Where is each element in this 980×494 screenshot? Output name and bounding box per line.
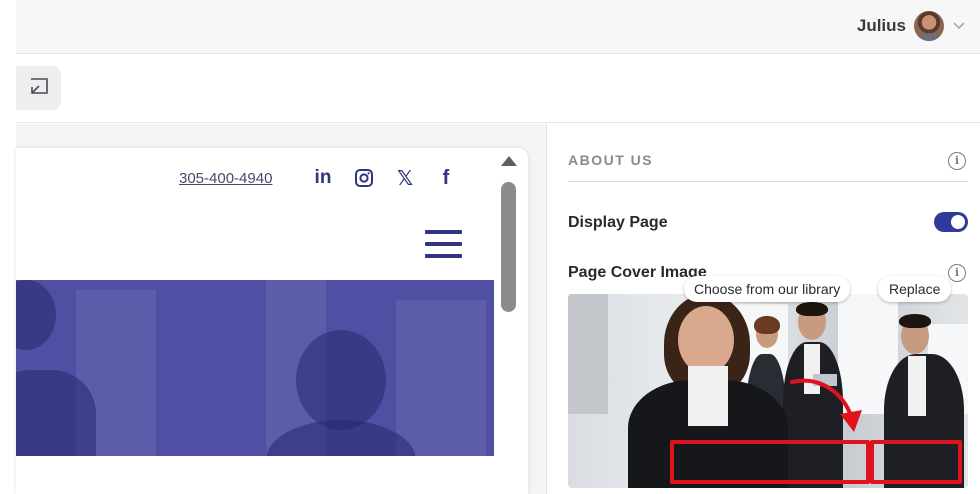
- preview-scrollbar[interactable]: [497, 154, 519, 494]
- info-icon[interactable]: i: [948, 152, 966, 170]
- highlight-library: [670, 440, 870, 484]
- user-menu[interactable]: Julius: [857, 11, 966, 41]
- site-preview-frame: 305-400-4940 in 𝕏 f: [16, 148, 528, 494]
- user-name: Julius: [856, 16, 906, 35]
- chevron-down-icon[interactable]: [952, 19, 966, 33]
- section-title: ABOUT US: [568, 152, 654, 168]
- instagram-icon[interactable]: [352, 166, 376, 190]
- facebook-label: f: [442, 166, 450, 189]
- x-icon[interactable]: 𝕏: [393, 166, 417, 190]
- editor-toolbar: [16, 55, 980, 123]
- cover-image-label: Page Cover Image: [568, 264, 707, 281]
- social-links: in 𝕏 f: [311, 166, 458, 190]
- hero-image: [16, 280, 494, 456]
- site-preview-area: 305-400-4940 in 𝕏 f: [16, 124, 547, 494]
- scroll-thumb[interactable]: [501, 182, 516, 312]
- settings-panel: ABOUT US i Display Page Page Cover Image…: [548, 124, 980, 494]
- phone-link[interactable]: 305-400-4940: [179, 170, 272, 187]
- highlight-replace: [870, 440, 962, 484]
- display-page-label: Display Page: [568, 214, 668, 231]
- x-label: 𝕏: [396, 167, 414, 190]
- top-header: Julius: [16, 0, 980, 54]
- linkedin-icon[interactable]: in: [311, 166, 335, 190]
- info-icon[interactable]: i: [948, 264, 966, 282]
- display-page-toggle[interactable]: [934, 212, 968, 232]
- divider: [568, 181, 968, 182]
- annotation-arrow-icon: [790, 378, 862, 432]
- scroll-up-icon[interactable]: [501, 156, 517, 166]
- linkedin-label: in: [314, 167, 332, 188]
- collapse-preview-button[interactable]: [16, 66, 61, 110]
- hamburger-menu-icon[interactable]: [425, 230, 462, 258]
- choose-from-library-button[interactable]: Choose from our library: [684, 276, 851, 302]
- replace-button[interactable]: Replace: [878, 276, 952, 302]
- facebook-icon[interactable]: f: [434, 166, 458, 190]
- avatar: [914, 11, 944, 41]
- arrow-to-corner-icon: [28, 75, 50, 102]
